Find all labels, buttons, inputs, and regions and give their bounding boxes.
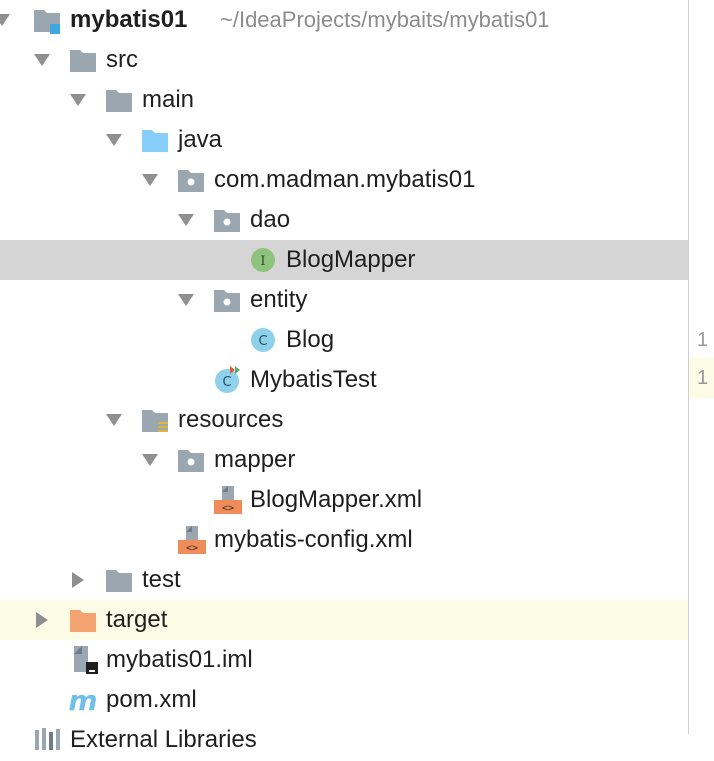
tree-label: mybatis-config.xml [214,526,413,553]
expand-arrow-icon[interactable] [30,40,54,80]
expand-arrow-icon[interactable] [66,80,90,120]
resources-folder-icon [140,404,170,436]
tree-label: entity [250,286,308,313]
expand-arrow-icon[interactable] [138,440,162,480]
iml-file-icon [70,644,100,676]
svg-text:C: C [222,375,231,390]
tree-row-external-libraries[interactable]: External Libraries [0,720,688,760]
svg-text:I: I [260,254,265,269]
tree-label: resources [178,406,284,433]
tree-label: com.madman.mybatis01 [214,166,476,193]
tree-row-test[interactable]: test [0,560,688,600]
tree-label: mybatis01.iml [106,646,253,673]
tree-row-pom[interactable]: m pom.xml [0,680,688,720]
tree-label: java [178,126,223,153]
gutter-line-number: 1 [697,329,709,351]
maven-icon: m [68,684,98,717]
tree-row-blogmapper-xml[interactable]: <> BlogMapper.xml [0,480,688,520]
expand-arrow-icon[interactable] [102,400,126,440]
svg-text:m: m [68,684,97,716]
tree-row-entity[interactable]: entity [0,280,688,320]
expand-arrow-icon[interactable] [102,120,126,160]
interface-icon: I [248,244,278,276]
expand-arrow-icon[interactable] [138,160,162,200]
tree-row-main[interactable]: main [0,80,688,120]
test-class-icon: C [212,364,242,396]
folder-icon [104,84,134,116]
tree-label: src [106,46,138,73]
tree-label: mapper [214,446,296,473]
libraries-icon [32,724,62,756]
tree-row-resources[interactable]: resources [0,400,688,440]
tree-row-mybatistest[interactable]: C MybatisTest [0,360,688,400]
svg-text:C: C [258,334,267,349]
folder-icon [68,44,98,76]
tree-label: test [142,566,181,593]
tree-label: target [106,606,168,633]
root-project-name: mybatis01 [70,6,188,33]
tree-row-iml[interactable]: mybatis01.iml [0,640,688,680]
collapse-arrow-icon[interactable] [66,560,90,600]
folder-icon [104,564,134,596]
tree-label: main [142,86,195,113]
tree-label: dao [250,206,291,233]
tree-label: BlogMapper.xml [250,486,423,513]
svg-text:<>: <> [186,543,198,554]
tree-row-blogmapper[interactable]: I BlogMapper [0,240,688,280]
tree-row-mapper[interactable]: mapper [0,440,688,480]
tree-row-dao[interactable]: dao [0,200,688,240]
tree-label: pom.xml [106,686,197,713]
expand-arrow-icon[interactable] [174,200,198,240]
package-icon [212,204,242,236]
package-icon [176,444,206,476]
tree-label: MybatisTest [250,366,377,393]
tree-row-src[interactable]: src [0,40,688,80]
tree-row-target[interactable]: target [0,600,688,640]
module-folder-icon [32,4,62,36]
expand-arrow-icon[interactable] [174,280,198,320]
tree-label: Blog [286,326,335,353]
svg-text:<>: <> [222,503,234,514]
source-folder-icon [140,124,170,156]
tree-row-java[interactable]: java [0,120,688,160]
tree-label: BlogMapper [286,246,416,273]
expand-arrow-icon[interactable] [0,0,14,40]
root-project-path: ~/IdeaProjects/mybaits/mybatis01 [220,7,550,32]
project-tree: mybatis01 ~/IdeaProjects/mybaits/mybatis… [0,0,688,753]
collapse-arrow-icon[interactable] [30,600,54,640]
tree-row-mybatis-config[interactable]: <> mybatis-config.xml [0,520,688,560]
gutter-line-number: 1 [697,367,709,389]
tree-label: External Libraries [70,726,257,753]
tree-row-mybatis01[interactable]: mybatis01 ~/IdeaProjects/mybaits/mybatis… [0,0,688,40]
tree-row-package[interactable]: com.madman.mybatis01 [0,160,688,200]
xml-file-icon: <> [212,484,242,516]
package-icon [212,284,242,316]
xml-file-icon: <> [176,524,206,556]
excluded-folder-icon [68,604,98,636]
tree-row-blog[interactable]: C Blog [0,320,688,360]
package-icon [176,164,206,196]
class-icon: C [248,324,278,356]
